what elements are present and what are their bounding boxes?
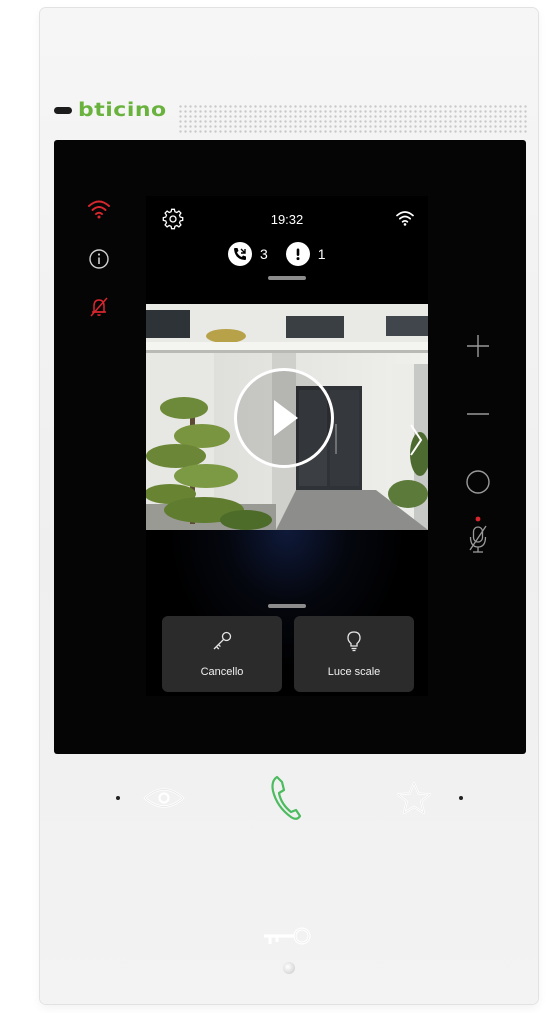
touch-screen: 19:32 3 1 Cancello Luce scale [146, 196, 428, 696]
brand-mark [54, 107, 72, 114]
lightbulb-icon [347, 631, 361, 652]
circle-icon[interactable] [462, 466, 494, 498]
brand-logo: bticino [78, 99, 167, 122]
play-icon [274, 400, 298, 436]
bottom-controls [0, 764, 547, 834]
star-icon[interactable] [392, 778, 436, 818]
alerts-count: 1 [317, 246, 326, 262]
status-time: 19:32 [270, 212, 304, 227]
bell-muted-icon [86, 294, 112, 320]
drag-handle[interactable] [268, 604, 306, 608]
chevron-right-icon[interactable] [408, 422, 424, 458]
drag-handle[interactable] [268, 276, 306, 280]
brand-logo-area: bticino [54, 98, 167, 123]
screen-header: 19:32 3 1 [146, 196, 428, 304]
missed-calls-count: 3 [260, 246, 268, 262]
action-tile-stair-light[interactable]: Luce scale [294, 616, 414, 692]
alert-icon [285, 242, 310, 266]
info-icon [86, 246, 112, 272]
notification-summary[interactable]: 3 1 [228, 242, 326, 266]
key-icon [213, 631, 232, 650]
door-status-led [283, 962, 295, 974]
speaker-grille [178, 104, 528, 134]
missed-call-icon [228, 242, 252, 266]
plus-icon[interactable] [462, 330, 494, 362]
mic-muted-icon[interactable] [462, 516, 494, 553]
eye-icon[interactable] [140, 780, 188, 816]
indicator-dot [459, 796, 463, 800]
play-button[interactable] [234, 368, 334, 468]
action-label-gate: Cancello [200, 666, 244, 678]
phone-icon[interactable] [262, 770, 310, 826]
action-label-stair-light: Luce scale [327, 666, 381, 678]
minus-icon[interactable] [462, 398, 494, 430]
action-tile-gate[interactable]: Cancello [162, 616, 282, 692]
wifi-icon [396, 210, 414, 226]
indicator-dot [116, 796, 120, 800]
key-icon[interactable] [260, 926, 316, 952]
screen-actions-area: Cancello Luce scale [146, 530, 428, 696]
wifi-icon [86, 196, 112, 222]
camera-video-feed[interactable] [146, 304, 428, 530]
